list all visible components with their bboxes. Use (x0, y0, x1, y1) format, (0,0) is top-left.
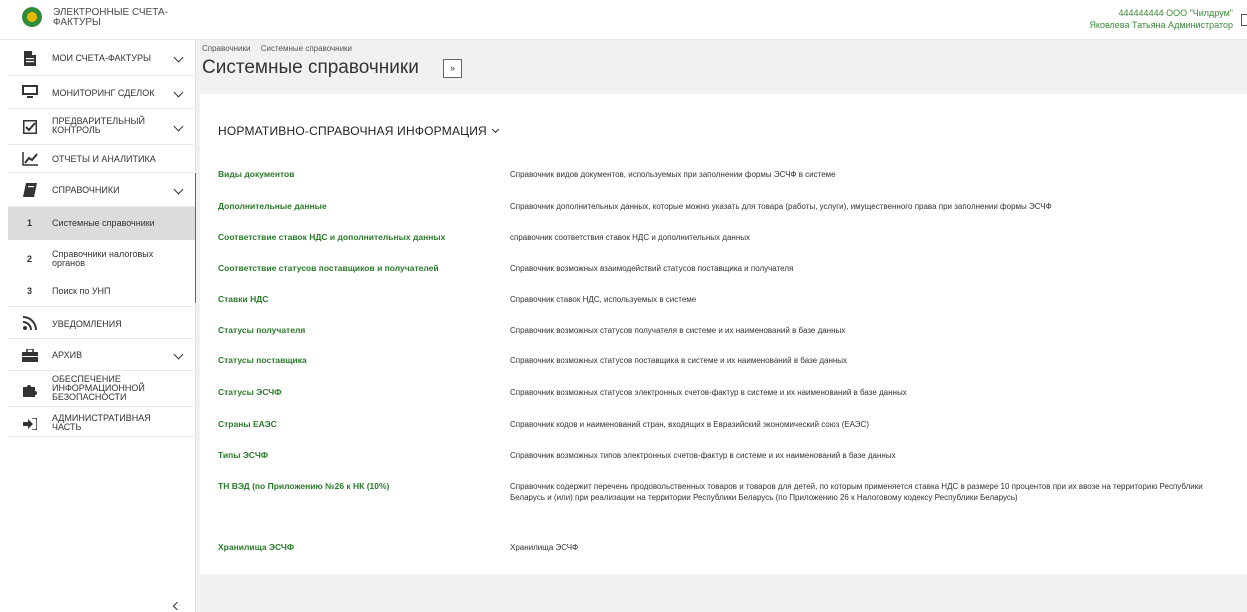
section-title: НОРМАТИВНО-СПРАВОЧНАЯ ИНФОРМАЦИЯ (218, 124, 487, 138)
page-title: Системные справочники (202, 57, 419, 78)
subitem-number: 3 (27, 286, 33, 296)
emblem-logo (22, 7, 42, 27)
reference-description: Справочник возможных статусов электронны… (510, 388, 907, 397)
reference-link[interactable]: Типы ЭСЧФ (218, 450, 268, 460)
sidebar-item-label: ОБЕСПЕЧЕНИЕ ИНФОРМАЦИОННОЙ БЕЗОПАСНОСТИ (52, 374, 145, 402)
sidebar-item-label: ПРЕДВАРИТЕЛЬНЫЙ КОНТРОЛЬ (52, 116, 145, 135)
top-bar: ЭЛЕКТРОННЫЕ СЧЕТА-ФАКТУРЫ 444444444 ООО … (0, 0, 1247, 40)
reference-link[interactable]: Статусы ЭСЧФ (218, 387, 281, 397)
sidebar-item-label: МОИ СЧЕТА-ФАКТУРЫ (52, 53, 151, 63)
reference-description: Справочник ставок НДС, используемых в си… (510, 295, 697, 304)
reference-description: Хранилища ЭСЧФ (510, 543, 579, 552)
sidebar-item-security[interactable]: ОБЕСПЕЧЕНИЕ ИНФОРМАЦИОННОЙ БЕЗОПАСНОСТИ (8, 371, 196, 407)
reference-link[interactable]: Хранилища ЭСЧФ (218, 542, 294, 552)
toggle-button[interactable]: » (443, 59, 462, 78)
reference-description: Справочник содержит перечень продовольст… (510, 482, 1203, 502)
reference-link[interactable]: Страны ЕАЭС (218, 419, 277, 429)
sidebar-item-notifications[interactable]: УВЕДОМЛЕНИЯ (8, 306, 196, 339)
chevron-down-icon (173, 121, 184, 132)
section-header[interactable]: НОРМАТИВНО-СПРАВОЧНАЯ ИНФОРМАЦИЯ (218, 124, 499, 138)
reference-description: Справочник возможных взаимодействий стат… (510, 264, 794, 273)
reference-description: Справочник возможных статусов получателя… (510, 326, 846, 335)
reference-link[interactable]: Статусы поставщика (218, 355, 307, 365)
chevron-down-icon (491, 125, 499, 134)
subitem-number: 2 (27, 254, 33, 264)
reference-description: Справочник дополнительных данных, которы… (510, 202, 1052, 211)
sidebar-item-preliminary-control[interactable]: ПРЕДВАРИТЕЛЬНЫЙ КОНТРОЛЬ (8, 109, 196, 145)
chevron-down-icon (173, 184, 184, 195)
reference-link[interactable]: Виды документов (218, 169, 294, 179)
chevron-down-icon (173, 52, 184, 63)
reference-description: справочник соответствия ставок НДС и доп… (510, 233, 750, 242)
sidebar-item-invoices[interactable]: МОИ СЧЕТА-ФАКТУРЫ (8, 40, 196, 76)
briefcase-icon (22, 347, 38, 363)
reference-link[interactable]: Соответствие ставок НДС и дополнительных… (218, 232, 445, 242)
collapse-sidebar-button[interactable] (172, 601, 182, 611)
sidebar-subitem-system-references[interactable]: 1 Системные справочники (8, 207, 196, 240)
sidebar-item-label: АРХИВ (52, 350, 83, 360)
reference-description: Справочник видов документов, используемы… (510, 170, 836, 179)
sidebar-item-label: МОНИТОРИНГ СДЕЛОК (52, 88, 155, 98)
reference-description: Справочник кодов и наименований стран, в… (510, 420, 869, 429)
sidebar: МОИ СЧЕТА-ФАКТУРЫ МОНИТОРИНГ СДЕЛОК ПРЕД… (8, 40, 197, 612)
reference-link[interactable]: Ставки НДС (218, 294, 268, 304)
sidebar-item-label: АДМИНИСТРАТИВНАЯ ЧАСТЬ (52, 413, 151, 432)
reference-panel: НОРМАТИВНО-СПРАВОЧНАЯ ИНФОРМАЦИЯ Виды до… (200, 94, 1247, 574)
sidebar-item-references[interactable]: СПРАВОЧНИКИ (8, 173, 196, 207)
puzzle-icon (22, 382, 38, 398)
sidebar-item-monitoring[interactable]: МОНИТОРИНГ СДЕЛОК (8, 76, 196, 109)
reference-description: Справочник возможных статусов поставщика… (510, 356, 848, 365)
sidebar-subitem-tax-references[interactable]: 2 Справочники налоговых органов (8, 240, 196, 278)
sidebar-item-archive[interactable]: АРХИВ (8, 339, 196, 371)
sidebar-item-label: ОТЧЕТЫ И АНАЛИТИКА (52, 154, 156, 164)
chart-line-icon (22, 151, 38, 167)
monitor-icon (22, 84, 38, 100)
reference-link[interactable]: Статусы получателя (218, 325, 305, 335)
reference-link[interactable]: ТН ВЭД (по Приложению №26 к НК (10%) (218, 481, 389, 491)
subitem-number: 1 (27, 218, 33, 228)
checkbox-icon (22, 119, 38, 135)
sidebar-subitem-unp-search[interactable]: 3 Поиск по УНП (8, 278, 196, 306)
subitem-label: Системные справочники (52, 218, 155, 228)
sidebar-item-administration[interactable]: АДМИНИСТРАТИВНАЯ ЧАСТЬ (8, 407, 196, 437)
reference-link[interactable]: Дополнительные данные (218, 201, 327, 211)
logout-icon[interactable] (1241, 14, 1247, 26)
subitem-label: Справочники налоговых органов (52, 249, 154, 268)
user-name[interactable]: Яковлева Татьяна Администратор (1089, 20, 1233, 30)
main-content: Справочники Системные справочники Систем… (196, 40, 1247, 612)
app-title: ЭЛЕКТРОННЫЕ СЧЕТА-ФАКТУРЫ (53, 7, 168, 28)
chevron-down-icon (173, 87, 184, 98)
breadcrumb: Справочники Системные справочники (202, 44, 360, 53)
sidebar-item-reports[interactable]: ОТЧЕТЫ И АНАЛИТИКА (8, 145, 196, 173)
subitem-label: Поиск по УНП (52, 286, 111, 296)
reference-link[interactable]: Соответствие статусов поставщиков и полу… (218, 263, 439, 273)
document-icon (22, 50, 38, 66)
breadcrumb-item[interactable]: Справочники (202, 44, 250, 53)
reference-description: Справочник возможных типов электронных с… (510, 451, 896, 460)
rss-icon (22, 315, 38, 331)
chevron-down-icon (173, 349, 184, 360)
sidebar-item-label: СПРАВОЧНИКИ (52, 185, 120, 195)
organization-name: 444444444 ООО "Чилдрум" (1118, 8, 1233, 18)
sign-in-icon (22, 416, 38, 432)
book-icon (22, 182, 38, 198)
sidebar-item-label: УВЕДОМЛЕНИЯ (52, 319, 122, 329)
breadcrumb-item: Системные справочники (260, 44, 352, 53)
